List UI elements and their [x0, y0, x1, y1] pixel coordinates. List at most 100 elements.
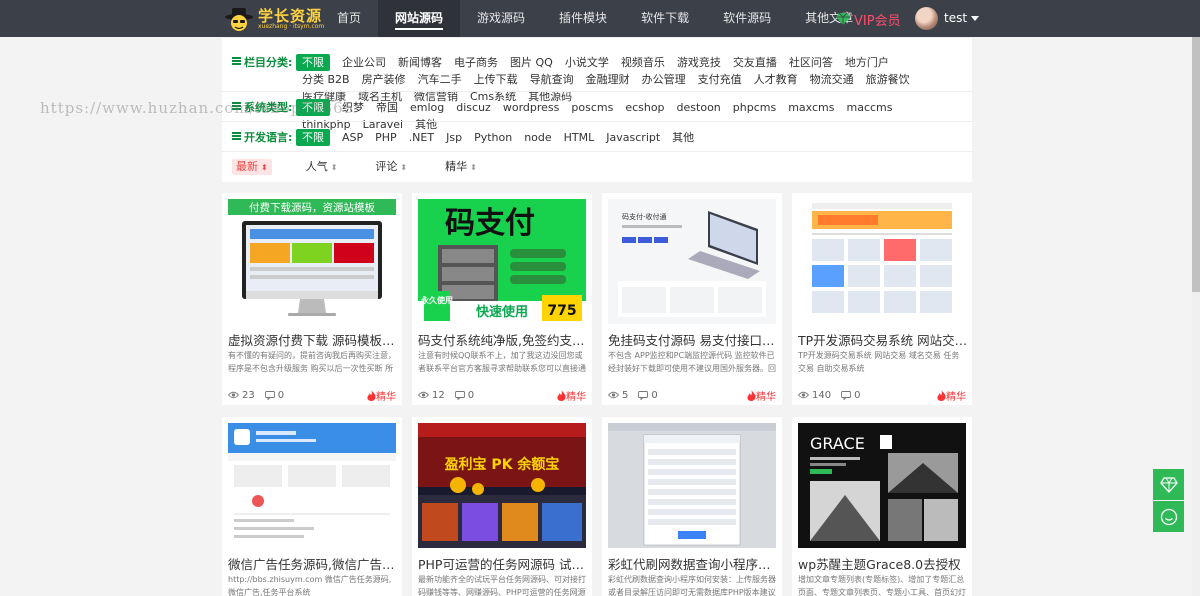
filter-option[interactable]: 金融理财 [580, 71, 636, 88]
filter-option[interactable]: maccms [841, 99, 899, 116]
filter-option[interactable]: 视频音乐 [615, 54, 671, 71]
card-title[interactable]: 微信广告任务源码,微信广告,任... [228, 554, 398, 573]
card-title[interactable]: TP开发源码交易系统 网站交易 ... [798, 330, 968, 349]
card-title[interactable]: PHP可运营的任务网源码 试玩... [418, 554, 588, 573]
eye-icon [608, 391, 619, 399]
resource-card[interactable]: TP开发源码交易系统 网站交易 ... TP开发源码交易系统 网站交易 域名交易… [792, 193, 972, 405]
filter-option[interactable]: 织梦 [336, 99, 370, 116]
card-description: 最新功能齐全的试玩平台任务网源码、可对接打码赚钱等等、网赚源码、PHP可运营的任… [418, 575, 586, 596]
card-title[interactable]: 彩虹代刷网数据查询小程序源码... [608, 554, 778, 573]
nav-item[interactable]: 软件源码 [706, 0, 788, 37]
filter-option[interactable]: 办公管理 [636, 71, 692, 88]
resource-card[interactable]: 盈利宝 PK 余额宝 PHP可运营的任务网源码 试玩... 最新功能齐全的试玩平… [412, 417, 592, 596]
filter-option[interactable]: HTML [558, 129, 601, 146]
filter-option[interactable]: 支付充值 [692, 71, 748, 88]
resource-card[interactable]: 付费下载源码，资源站模板 虚拟资源付费下载 源码模板+网... 有不懂的有疑问的… [222, 193, 402, 405]
nav-item[interactable]: 网站源码 [378, 0, 461, 37]
filter-option[interactable]: 其他 [666, 129, 700, 146]
feedback-float-button[interactable] [1153, 501, 1184, 532]
filter-option[interactable]: node [518, 129, 557, 146]
filter-option[interactable]: ecshop [619, 99, 670, 116]
filter-option[interactable]: 旅游餐饮 [860, 71, 916, 88]
resource-card[interactable]: GRACE wp苏醒主题Grace8.0去授权 增加文章专题列表(专题标签)、增… [792, 417, 972, 596]
filter-option[interactable]: 图片 QQ [504, 54, 559, 71]
filter-option[interactable]: .NET [403, 129, 440, 146]
nav-item[interactable]: 首页 [320, 0, 378, 37]
filter-option[interactable]: 上传下载 [468, 71, 524, 88]
filter-option[interactable]: wordpress [497, 99, 566, 116]
filter-option[interactable]: destoon [671, 99, 727, 116]
comment-count: 0 [854, 389, 861, 401]
filter-option[interactable]: 不限 [296, 129, 330, 146]
card-thumbnail[interactable] [798, 199, 966, 324]
fire-icon [557, 390, 566, 401]
featured-badge: 精华 [747, 388, 776, 403]
vip-link[interactable]: VIP会员 [836, 10, 901, 29]
filter-option[interactable]: emlog [404, 99, 450, 116]
site-logo[interactable]: 学长资源 xuezhang · itsym.com [224, 5, 324, 33]
card-thumbnail[interactable]: GRACE [798, 423, 966, 548]
filter-option[interactable]: Python [468, 129, 518, 146]
filter-option[interactable]: 企业公司 [336, 54, 392, 71]
avatar[interactable] [915, 7, 938, 30]
filter-option[interactable]: 社区问答 [783, 54, 839, 71]
card-title[interactable]: wp苏醒主题Grace8.0去授权 [798, 554, 968, 573]
filter-option[interactable]: 游戏竞技 [671, 54, 727, 71]
filter-option[interactable]: poscms [565, 99, 619, 116]
filter-option[interactable]: Jsp [440, 129, 468, 146]
filter-option[interactable]: 导航查询 [524, 71, 580, 88]
resource-card[interactable]: 彩虹代刷网数据查询小程序源码... 彩虹代刷数据查询小程序如何安装：上传服务器或… [602, 417, 782, 596]
card-title[interactable]: 码支付系统纯净版,免签约支付,... [418, 330, 588, 349]
card-thumbnail[interactable]: 付费下载源码，资源站模板 [228, 199, 396, 324]
scrollbar-thumb[interactable] [1192, 37, 1200, 292]
card-thumbnail[interactable]: 码支付-收付通 [608, 199, 776, 324]
filter-option[interactable]: 小说文学 [559, 54, 615, 71]
filter-option[interactable]: 电子商务 [448, 54, 504, 71]
card-thumbnail[interactable] [228, 423, 396, 548]
filter-option[interactable]: 地方门户 [839, 54, 895, 71]
filter-option[interactable]: 物流交通 [804, 71, 860, 88]
nav-item[interactable]: 插件模块 [542, 0, 624, 37]
svg-text:快速使用: 快速使用 [476, 304, 528, 320]
nav-item[interactable]: 软件下载 [624, 0, 706, 37]
resource-card[interactable]: 微信广告任务源码,微信广告,任... http://bbs.zhisuym.co… [222, 417, 402, 596]
comment-count: 0 [467, 389, 475, 401]
logo-subtext: xuezhang · itsym.com [258, 22, 325, 30]
vip-float-button[interactable] [1153, 469, 1184, 500]
filter-option[interactable]: 不限 [296, 54, 330, 71]
nav-item[interactable]: 游戏源码 [460, 0, 542, 37]
sort-option[interactable]: 人气 ⬍ [302, 159, 342, 175]
filter-option[interactable]: discuz [450, 99, 497, 116]
sort-option[interactable]: 最新 ⬍ [232, 159, 272, 175]
filter-option[interactable]: 交友直播 [727, 54, 783, 71]
user-menu[interactable]: test [944, 0, 980, 37]
filter-option[interactable]: ASP [336, 129, 369, 146]
list-icon [232, 132, 241, 141]
svg-text:盈利宝 PK 余额宝: 盈利宝 PK 余额宝 [444, 456, 560, 473]
filter-option[interactable]: 汽车二手 [412, 71, 468, 88]
filter-label: 系统类型: [232, 99, 296, 133]
filter-option[interactable]: 不限 [296, 99, 330, 116]
filter-option[interactable]: PHP [369, 129, 403, 146]
card-title[interactable]: 免挂码支付源码 易支付接口 免... [608, 330, 778, 349]
filter-option[interactable]: phpcms [727, 99, 782, 116]
filter-option[interactable]: 房产装修 [356, 71, 412, 88]
sort-option[interactable]: 精华 ⬍ [441, 159, 481, 175]
card-thumbnail[interactable]: 盈利宝 PK 余额宝 [418, 423, 586, 548]
card-thumbnail[interactable]: 码支付 永久使用 快速使用 775 [418, 199, 586, 324]
filter-option[interactable]: 人才教育 [748, 71, 804, 88]
filter-option[interactable]: Javascript [600, 129, 666, 146]
resource-card[interactable]: 码支付 永久使用 快速使用 775 码支付系统纯净版,免签约支付,... 注意有… [412, 193, 592, 405]
card-title[interactable]: 虚拟资源付费下载 源码模板+网... [228, 330, 398, 349]
card-thumbnail[interactable] [608, 423, 776, 548]
comment-icon [841, 390, 852, 400]
resource-card[interactable]: 码支付-收付通 免挂码支付源码 易支付接口 免... 不包含 APP监控和PC端… [602, 193, 782, 405]
sort-arrows-icon: ⬍ [261, 163, 268, 172]
filter-option[interactable]: maxcms [782, 99, 840, 116]
sort-arrows-icon: ⬍ [400, 163, 408, 172]
sort-option[interactable]: 评论 ⬍ [371, 159, 411, 175]
filter-option[interactable]: 分类 B2B [296, 71, 356, 88]
filter-option[interactable]: 新闻博客 [392, 54, 448, 71]
svg-text:码支付: 码支付 [445, 206, 535, 241]
filter-option[interactable]: 帝国 [370, 99, 404, 116]
